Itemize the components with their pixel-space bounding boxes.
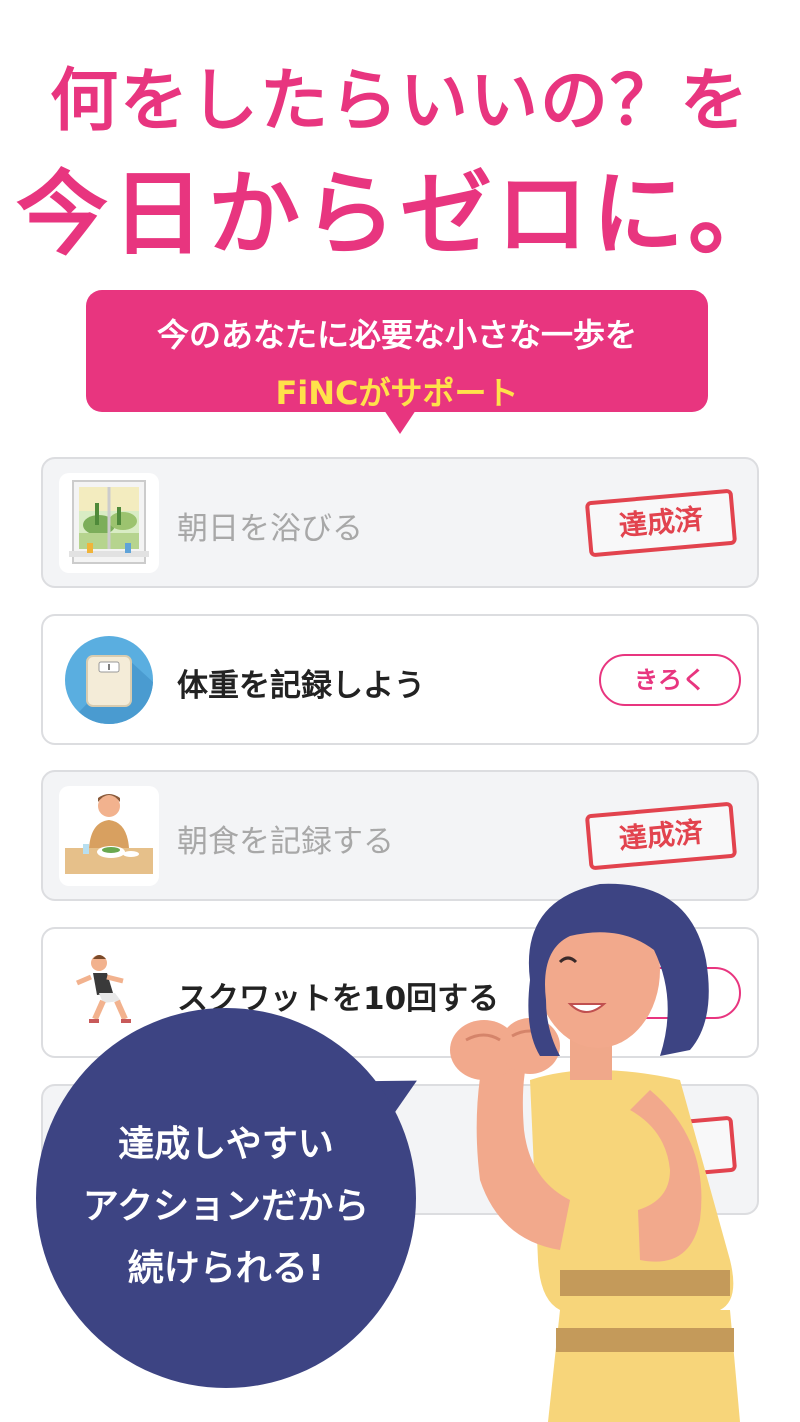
weight-scale-icon — [59, 630, 159, 730]
speech-line-2: アクションだから — [82, 1186, 370, 1227]
record-button[interactable]: きろく — [599, 654, 741, 706]
headline-line-1: 何をしたらいいの？を — [49, 62, 750, 141]
task-card-sunrise[interactable]: 朝日を浴びる 達成済 — [41, 457, 759, 588]
completed-stamp: 達成済 — [584, 801, 738, 871]
intro-bubble-line-1: 今のあなたに必要な小さな一歩を — [156, 316, 637, 354]
speech-line-1: 達成しやすい — [118, 1124, 334, 1165]
woman-illustration — [450, 883, 740, 1422]
intro-bubble: 今のあなたに必要な小さな一歩を FiNCがサポート — [86, 290, 708, 434]
headline-line-2: 今日からゼロに。 — [15, 161, 784, 268]
task-label: 体重を記録しよう — [177, 668, 425, 704]
intro-bubble-line-2: FiNCがサポート — [275, 374, 519, 412]
speech-line-3: 続けられる! — [127, 1248, 325, 1289]
speech-bubble: 達成しやすい アクションだから 続けられる! — [36, 1008, 416, 1388]
breakfast-icon — [59, 786, 159, 886]
sunrise-window-icon — [59, 473, 159, 573]
task-card-weight[interactable]: 体重を記録しよう きろく — [41, 614, 759, 745]
task-label: 朝食を記録する — [177, 824, 394, 860]
task-label: 朝日を浴びる — [177, 511, 363, 547]
completed-stamp: 達成済 — [584, 488, 738, 558]
